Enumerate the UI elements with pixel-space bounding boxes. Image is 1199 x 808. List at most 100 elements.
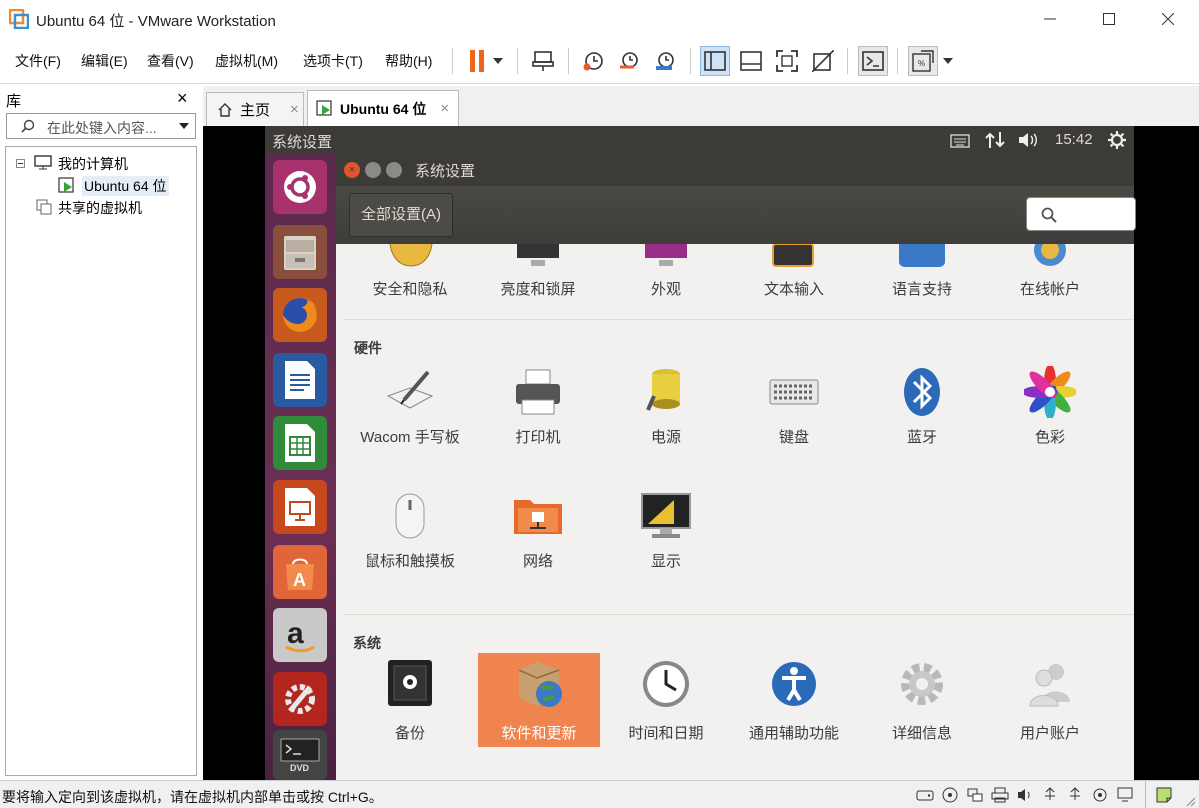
usb-icon-2[interactable] <box>1066 787 1084 803</box>
close-button[interactable] <box>1139 0 1197 38</box>
menu-file[interactable]: 文件(F) <box>15 51 61 71</box>
software-center-icon[interactable]: A <box>273 545 327 599</box>
appearance-icon <box>645 244 687 266</box>
item-accessibility[interactable]: 通用辅助功能 <box>730 658 858 746</box>
item-color-label: 色彩 <box>1034 429 1065 446</box>
network-indicator-icon[interactable] <box>985 131 1005 149</box>
item-details[interactable]: 详细信息 <box>858 658 986 746</box>
printer-status-icon[interactable] <box>991 787 1009 803</box>
item-power-label: 电源 <box>650 429 681 446</box>
library-title: 库 <box>6 93 22 110</box>
hardware-heading: 硬件 <box>354 340 382 356</box>
amazon-icon[interactable]: a <box>273 608 327 662</box>
item-security-privacy[interactable]: 安全和隐私 <box>346 278 474 299</box>
firefox-icon[interactable] <box>273 288 327 342</box>
settings-search-input[interactable] <box>1026 197 1136 231</box>
dvd-icon[interactable]: DVD <box>273 730 327 780</box>
full-screen-icon[interactable] <box>772 46 802 76</box>
chevron-down-icon[interactable] <box>488 46 508 76</box>
hard-disk-icon[interactable] <box>916 787 934 803</box>
impress-icon[interactable] <box>273 480 327 534</box>
send-ctrl-alt-del-icon[interactable] <box>528 46 558 76</box>
keyboard-indicator-icon[interactable] <box>950 132 970 148</box>
message-log-icon[interactable] <box>1155 787 1173 803</box>
display-icon <box>641 493 691 538</box>
menu-view[interactable]: 查看(V) <box>147 51 194 71</box>
item-printer[interactable]: 打印机 <box>474 366 602 450</box>
library-header: 库 × <box>0 86 200 112</box>
window-maximize-icon[interactable] <box>386 162 402 178</box>
menu-tabs[interactable]: 选项卡(T) <box>303 51 363 71</box>
all-settings-button[interactable]: 全部设置(A) <box>349 193 453 237</box>
system-settings-icon[interactable] <box>273 672 327 726</box>
item-color[interactable]: 色彩 <box>986 364 1114 450</box>
item-software-updates[interactable]: 软件和更新 <box>478 653 600 747</box>
item-wacom[interactable]: Wacom 手写板 <box>346 366 474 476</box>
files-icon[interactable] <box>273 225 327 279</box>
network-adapter-icon[interactable] <box>966 787 984 803</box>
writer-icon[interactable] <box>273 353 327 407</box>
svg-text:%: % <box>918 59 925 68</box>
revert-snapshot-icon[interactable] <box>614 46 644 76</box>
item-bluetooth[interactable]: 蓝牙 <box>858 366 986 450</box>
resize-grip-icon[interactable] <box>1186 797 1196 807</box>
tab-close-icon[interactable]: × <box>440 100 449 117</box>
library-close-icon[interactable]: × <box>177 88 188 109</box>
show-library-icon[interactable] <box>700 46 730 76</box>
tree-item-my-computer[interactable]: 我的计算机 <box>58 154 128 174</box>
stretch-dropdown-icon[interactable] <box>938 46 958 76</box>
item-backup[interactable]: 备份 <box>346 658 474 746</box>
menu-vm[interactable]: 虚拟机(M) <box>215 51 278 71</box>
library-search-input[interactable]: 在此处键入内容... <box>6 113 196 139</box>
usb-icon-1[interactable] <box>1041 787 1059 803</box>
collapse-icon[interactable] <box>16 159 25 168</box>
item-user-accounts[interactable]: 用户账户 <box>986 658 1114 746</box>
cd-dvd-icon[interactable] <box>941 787 959 803</box>
maximize-button[interactable] <box>1080 0 1138 38</box>
power-battery-icon <box>646 369 680 411</box>
item-language-support[interactable]: 语言支持 <box>858 278 986 299</box>
volume-icon[interactable] <box>1017 131 1041 149</box>
tab-ubuntu[interactable]: Ubuntu 64 位 × <box>307 90 459 126</box>
item-display[interactable]: 显示 <box>602 490 730 574</box>
calc-icon[interactable] <box>273 416 327 470</box>
security-privacy-icon <box>389 244 433 267</box>
menu-edit[interactable]: 编辑(E) <box>81 51 128 71</box>
tree-item-shared[interactable]: 共享的虚拟机 <box>58 198 142 218</box>
item-brightness-lock[interactable]: 亮度和锁屏 <box>474 278 602 299</box>
item-text-entry[interactable]: 文本输入 <box>730 278 858 299</box>
sound-icon[interactable] <box>1016 787 1034 803</box>
panel-clock[interactable]: 15:42 <box>1055 131 1093 148</box>
thumbnail-bar-icon[interactable] <box>736 46 766 76</box>
item-mouse-touchpad[interactable]: 鼠标和触摸板 <box>346 490 474 574</box>
window-close-icon[interactable]: × <box>344 162 360 178</box>
search-dropdown-icon[interactable] <box>179 123 189 129</box>
window-minimize-icon[interactable] <box>365 162 381 178</box>
snapshot-icon[interactable] <box>578 46 608 76</box>
menu-help[interactable]: 帮助(H) <box>385 51 432 71</box>
tab-close-icon[interactable]: × <box>290 101 299 118</box>
unity-mode-icon[interactable] <box>808 46 838 76</box>
tree-item-ubuntu[interactable]: Ubuntu 64 位 <box>82 176 169 196</box>
stretch-guest-icon[interactable]: % <box>908 46 938 76</box>
item-online-accounts[interactable]: 在线帐户 <box>986 278 1114 299</box>
camera-icon[interactable] <box>1091 787 1109 803</box>
dash-home-icon[interactable] <box>273 160 327 214</box>
home-icon <box>218 102 232 117</box>
item-power[interactable]: 电源 <box>602 366 730 450</box>
item-network[interactable]: 网络 <box>474 490 602 574</box>
tab-home[interactable]: 主页 × <box>206 92 304 126</box>
details-gear-icon <box>901 663 943 705</box>
console-view-icon[interactable] <box>858 46 888 76</box>
item-keyboard[interactable]: 键盘 <box>730 366 858 450</box>
settings-window-title: 系统设置 <box>415 163 476 180</box>
item-appearance[interactable]: 外观 <box>602 278 730 299</box>
software-updates-icon <box>518 662 562 707</box>
snapshot-manager-icon[interactable] <box>650 46 680 76</box>
vmware-logo-icon <box>8 8 30 30</box>
item-software-updates-label: 软件和更新 <box>501 725 577 742</box>
power-settings-icon[interactable] <box>1107 130 1127 150</box>
minimize-button[interactable] <box>1021 0 1079 38</box>
display-status-icon[interactable] <box>1116 787 1134 803</box>
item-time-date[interactable]: 时间和日期 <box>602 658 730 746</box>
